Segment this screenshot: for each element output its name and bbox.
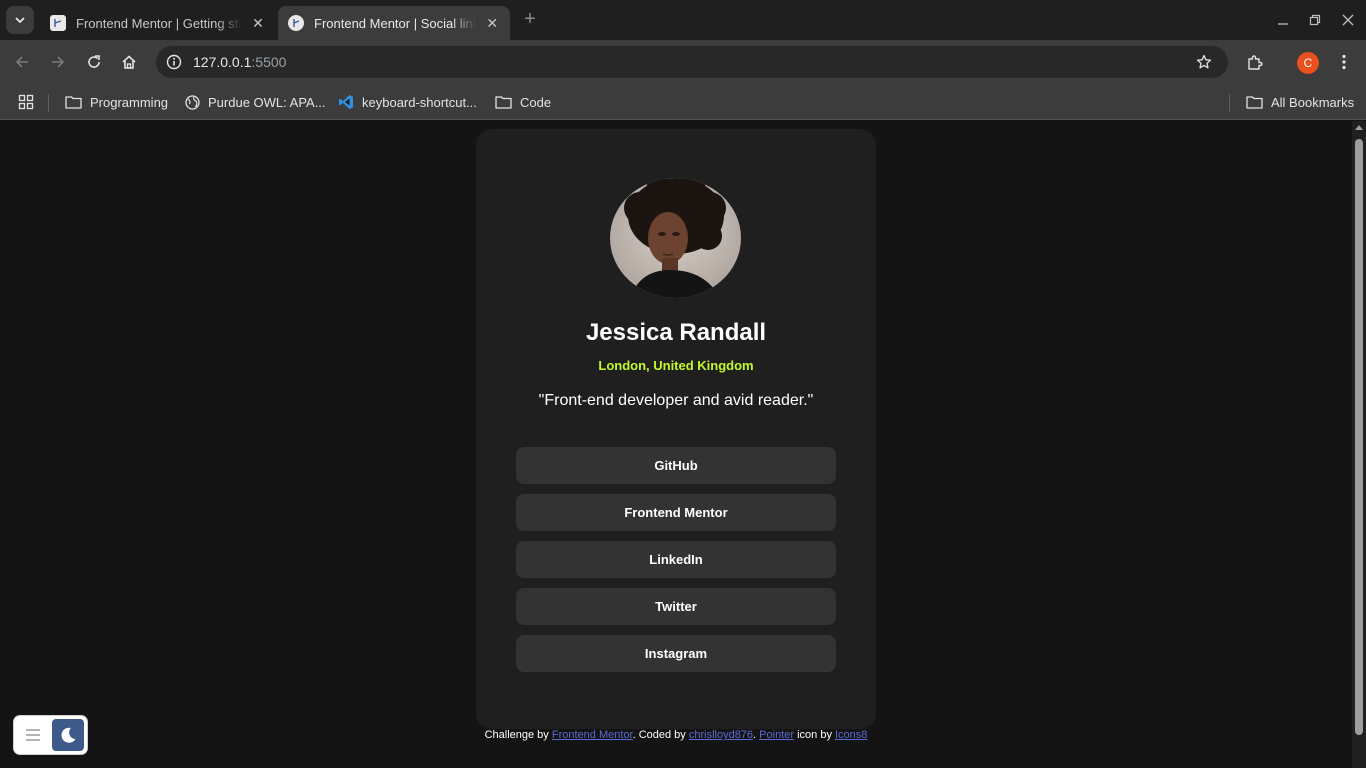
bookmarks-divider [48,94,49,112]
frontend-mentor-favicon-icon [288,15,304,31]
moon-icon [61,727,76,743]
browser-toolbar: 127.0.0.1:5500 C [0,40,1366,85]
scroll-up-icon[interactable] [1355,125,1363,130]
globe-icon [185,94,200,110]
bookmarks-divider [1229,94,1230,112]
avatar [610,178,741,298]
folder-icon [495,95,512,109]
back-icon[interactable] [10,50,34,74]
close-window-icon[interactable] [1338,10,1358,30]
url-port: :5500 [251,54,287,70]
frontend-mentor-link[interactable]: Frontend Mentor [552,729,633,741]
profile-avatar[interactable]: C [1297,52,1319,74]
bookmark-keyboard-shortcuts[interactable]: keyboard-shortcut... [338,92,477,112]
tab-title: Frontend Mentor | Getting started [76,15,242,31]
bookmark-label: keyboard-shortcut... [362,94,477,110]
apps-grid-icon[interactable] [18,92,34,112]
bookmark-code[interactable]: Code [495,92,551,112]
bookmark-purdue-owl[interactable]: Purdue OWL: APA... [185,92,326,112]
frontend-mentor-favicon-icon [50,15,66,31]
bookmark-label: Programming [90,94,169,110]
reload-icon[interactable] [82,50,106,74]
minimize-icon[interactable] [1273,10,1293,30]
vscode-icon [338,94,354,110]
address-bar[interactable]: 127.0.0.1:5500 [156,46,1228,78]
social-links: GitHub Frontend Mentor LinkedIn Twitter … [516,447,836,682]
attribution-text: icon by [794,729,835,741]
tab-search-button[interactable] [6,6,34,34]
dark-mode-toggle[interactable] [52,719,84,751]
hamburger-menu-icon[interactable] [19,721,47,749]
bookmark-label: Purdue OWL: APA... [208,94,326,110]
instagram-link-button[interactable]: Instagram [516,635,836,672]
url-host: 127.0.0.1 [193,54,252,70]
profile-card: Jessica Randall London, United Kingdom "… [476,129,876,729]
author-link[interactable]: chrislloyd876 [689,729,753,741]
home-icon[interactable] [117,50,141,74]
all-bookmarks-button[interactable]: All Bookmarks [1246,92,1354,112]
profile-location: London, United Kingdom [598,358,754,373]
tab-title: Frontend Mentor | Social links profile [314,15,477,31]
icons8-link[interactable]: Icons8 [835,729,867,741]
github-link-button[interactable]: GitHub [516,447,836,484]
all-bookmarks-label: All Bookmarks [1271,94,1355,110]
more-menu-icon[interactable] [1332,50,1356,74]
bookmarks-bar: Programming Purdue OWL: APA... keyboard-… [0,85,1366,120]
attribution-text: . Coded by [632,729,689,741]
folder-icon [1246,95,1263,109]
close-tab-icon[interactable]: ✕ [250,15,266,32]
pointer-link[interactable]: Pointer [759,729,794,741]
profile-bio: "Front-end developer and avid reader." [538,392,814,409]
twitter-link-button[interactable]: Twitter [516,588,836,625]
restore-icon[interactable] [1305,10,1325,30]
page-scrollbar[interactable] [1352,121,1366,768]
bookmark-label: Code [520,94,552,110]
scrollbar-thumb[interactable] [1355,139,1363,735]
tab-social-links[interactable]: Frontend Mentor | Social links profile ✕ [278,6,510,40]
theme-widget [14,716,87,754]
forward-icon[interactable] [46,50,70,74]
bookmark-programming[interactable]: Programming [65,92,168,112]
chevron-down-icon [15,17,25,24]
page-viewport: Jessica Randall London, United Kingdom "… [0,121,1352,768]
extensions-icon[interactable] [1243,50,1267,74]
linkedin-link-button[interactable]: LinkedIn [516,541,836,578]
tab-getting-started[interactable]: Frontend Mentor | Getting started ✕ [40,6,278,40]
new-tab-icon[interactable]: + [520,9,540,30]
close-tab-icon[interactable]: ✕ [484,15,500,32]
frontend-mentor-link-button[interactable]: Frontend Mentor [516,494,836,531]
folder-icon [65,95,82,109]
profile-name: Jessica Randall [585,319,767,346]
site-info-icon[interactable] [164,52,184,72]
bookmark-star-icon[interactable] [1194,52,1214,72]
attribution-text: Challenge by [484,729,552,741]
url-text: 127.0.0.1:5500 [193,54,286,70]
attribution: Challenge by Frontend Mentor. Coded by c… [0,729,1352,741]
tab-strip: Frontend Mentor | Getting started ✕ Fron… [0,0,1366,40]
